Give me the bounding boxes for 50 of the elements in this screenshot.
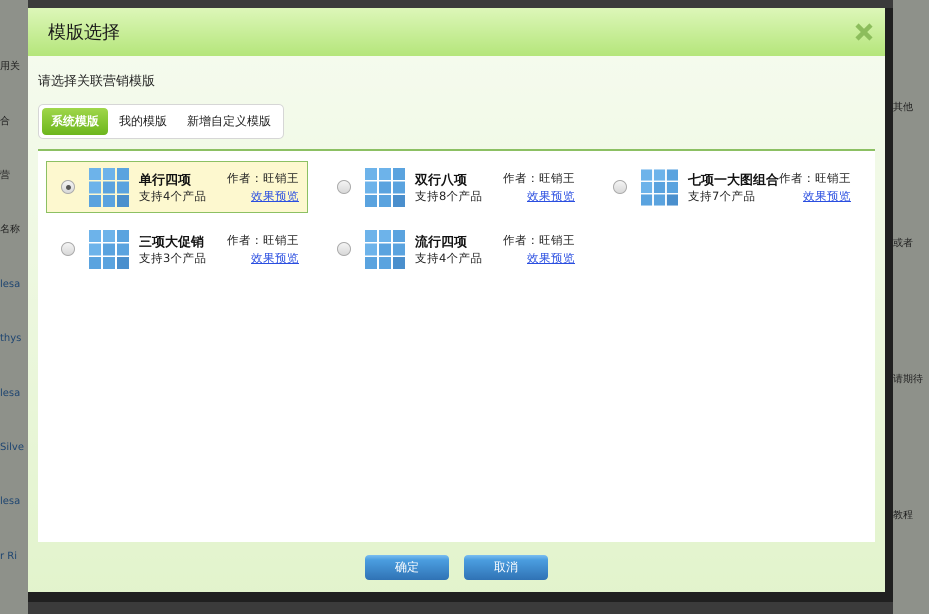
grid-icon xyxy=(365,230,405,268)
template-author: 作者：旺销王 xyxy=(779,170,851,186)
prompt-text: 请选择关联营销模版 xyxy=(38,73,156,90)
template-name: 单行四项 xyxy=(139,172,192,188)
radio-button[interactable] xyxy=(61,242,75,256)
radio-button[interactable] xyxy=(337,242,351,256)
background-text: 用关 xyxy=(0,61,21,74)
background-text: 请期待 xyxy=(893,374,924,386)
template-option[interactable]: 单行四项 支持4个产品 作者：旺销王 效果预览 xyxy=(46,161,308,213)
template-author: 作者：旺销王 xyxy=(227,170,299,186)
grid-icon xyxy=(641,168,678,206)
template-option[interactable]: 流行四项 支持4个产品 作者：旺销王 效果预览 xyxy=(322,223,584,275)
template-capacity: 支持3个产品 xyxy=(139,250,208,266)
template-capacity: 支持4个产品 xyxy=(139,188,208,204)
template-capacity: 支持7个产品 xyxy=(688,188,756,204)
tab[interactable]: 新增自定义模版 xyxy=(178,108,280,135)
template-author: 作者：旺销王 xyxy=(503,232,575,248)
background-text: 营 xyxy=(0,170,11,182)
preview-link[interactable]: 效果预览 xyxy=(251,188,299,204)
grid-icon xyxy=(89,168,129,206)
confirm-button[interactable]: 确定 xyxy=(365,554,449,580)
template-name: 流行四项 xyxy=(415,234,468,250)
template-capacity: 支持4个产品 xyxy=(415,250,484,266)
background-text: 或者 xyxy=(893,238,914,250)
preview-link[interactable]: 效果预览 xyxy=(527,250,575,266)
preview-link[interactable]: 效果预览 xyxy=(251,250,299,266)
template-capacity: 支持8个产品 xyxy=(415,188,484,204)
template-option[interactable]: 双行八项 支持8个产品 作者：旺销王 效果预览 xyxy=(322,161,584,213)
tab[interactable]: 我的模版 xyxy=(110,108,176,135)
background-text: 其他 xyxy=(893,102,914,114)
background-text: 名称 xyxy=(0,224,21,236)
cancel-button[interactable]: 取消 xyxy=(464,554,548,580)
dialog-title: 模版选择 xyxy=(48,21,120,44)
template-author: 作者：旺销王 xyxy=(503,170,575,186)
background-text: 合 xyxy=(0,116,11,128)
preview-link[interactable]: 效果预览 xyxy=(803,188,851,204)
grid-icon xyxy=(365,168,405,206)
template-option[interactable]: 三项大促销 支持3个产品 作者：旺销王 效果预览 xyxy=(46,223,308,275)
radio-button[interactable] xyxy=(61,180,75,194)
radio-button[interactable] xyxy=(337,180,351,194)
template-name: 三项大促销 xyxy=(139,234,205,250)
template-author: 作者：旺销王 xyxy=(227,232,299,248)
radio-button[interactable] xyxy=(613,180,627,194)
close-icon[interactable] xyxy=(855,23,873,41)
grid-icon xyxy=(89,230,129,268)
template-option[interactable]: 七项一大图组合 支持7个产品 作者：旺销王 效果预览 xyxy=(598,161,860,213)
preview-link[interactable]: 效果预览 xyxy=(527,188,575,204)
template-name: 七项一大图组合 xyxy=(688,172,779,188)
background-text: 教程 xyxy=(893,510,914,522)
template-name: 双行八项 xyxy=(415,172,468,188)
